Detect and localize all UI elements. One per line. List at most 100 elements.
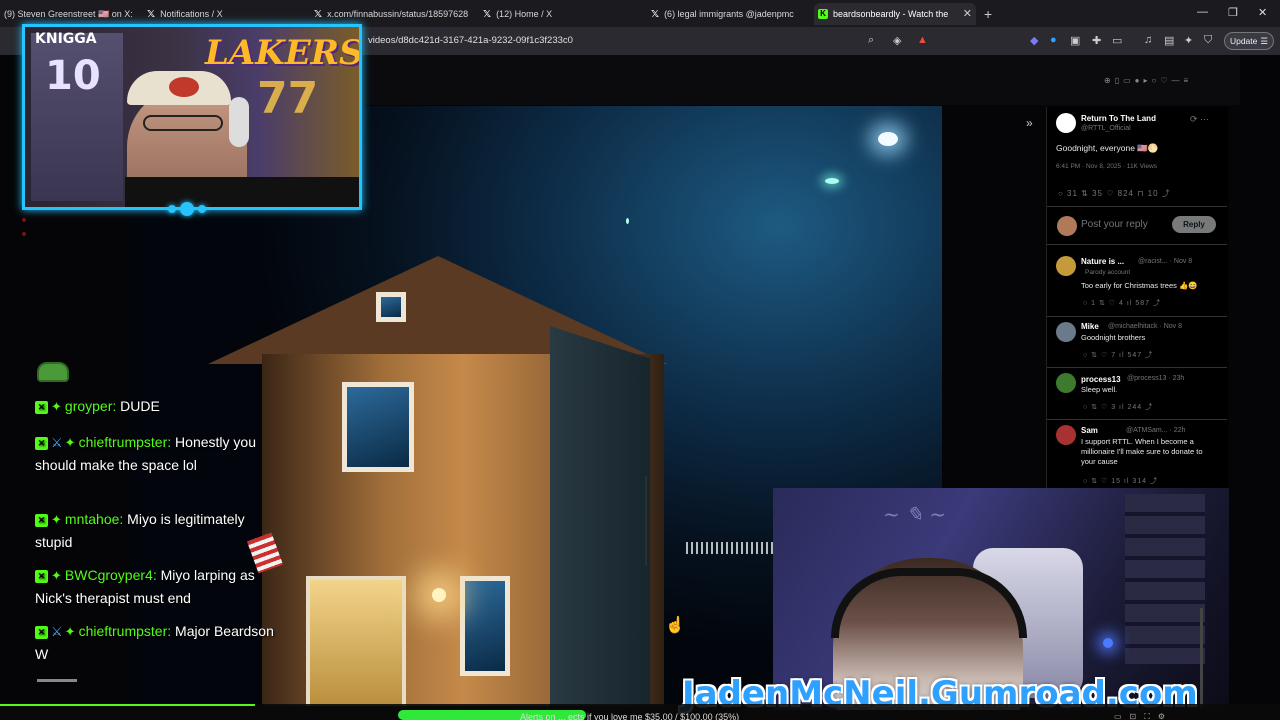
video-controls-icons[interactable]: ⊕▯▭●▸○♡—≡	[1104, 76, 1192, 85]
restore-icon[interactable]: ❐	[1228, 6, 1238, 19]
chat-message: ✕ ✦ BWCgroyper4: Miyo larping as Nick's th…	[35, 564, 275, 609]
brave-shield-icon[interactable]: ◈	[893, 34, 901, 47]
tab-steven-greenstreet[interactable]: (9) Steven Greenstreet 🇺🇸 on X:	[0, 3, 140, 25]
new-tab-button[interactable]: +	[984, 6, 992, 22]
tab-finnabussin-status[interactable]: 𝕏x.com/finnabussin/status/18597628	[310, 3, 470, 25]
reply-text: I support RTTL. When I become a milliona…	[1081, 437, 1203, 466]
reply-handle[interactable]: @racist... · Nov 8	[1138, 258, 1192, 265]
x-logo-icon: 𝕏	[651, 8, 660, 20]
kick-badge-icon: ✕	[35, 570, 48, 583]
reply-name[interactable]: process13	[1081, 375, 1121, 384]
reply-name[interactable]: Nature is ...	[1081, 257, 1124, 266]
extension-icon[interactable]: ◆	[1030, 34, 1038, 47]
kick-badge-icon: ✕	[35, 514, 48, 527]
chat-message: ✕ ⚔ ✦ chieftrumpster: Major Beardson W	[35, 620, 275, 665]
divider	[1047, 316, 1227, 317]
porch-light	[432, 588, 446, 602]
tab-label: Notifications / X	[160, 9, 223, 19]
post-actions[interactable]: ○ 31 ⇅ 35 ♡ 824 ⊓ 10 ⤴	[1058, 188, 1171, 199]
leo-icon[interactable]: ✦	[1184, 34, 1193, 47]
divider	[1047, 206, 1227, 207]
vpn-icon[interactable]: ⛉	[1204, 34, 1212, 47]
attic-window	[376, 292, 406, 322]
extension-icon[interactable]: ●	[1050, 34, 1057, 46]
reply-avatar[interactable]	[1056, 322, 1076, 342]
reply-actions[interactable]: ○ 1 ⇅ ♡ 4 ıl 587 ⤴	[1083, 298, 1161, 308]
close-tab-icon[interactable]: ✕	[963, 7, 972, 20]
address-bar[interactable]: videos/d8dc421d-3167-421a-9232-09f1c3f23…	[368, 35, 573, 46]
reply-handle[interactable]: @ATMSam... · 22h	[1126, 427, 1186, 434]
star	[626, 218, 629, 224]
meteor	[825, 178, 839, 184]
reply-actions[interactable]: ○ ⇅ ♡ 7 ıl 547 ⤴	[1083, 350, 1153, 360]
parody-label: Parody account	[1085, 269, 1131, 276]
chat-message: ✕ ⚔ ✦ chieftrumpster: Honestly you should m…	[35, 431, 275, 476]
streamer-webcam: KNIGGA 10 LAKERS 77	[22, 24, 362, 210]
rttl-avatar[interactable]	[1056, 113, 1076, 133]
post-author-name[interactable]: Return To The Land	[1081, 114, 1156, 123]
house-side-wall	[550, 326, 650, 706]
extensions-puzzle-icon[interactable]: ✚	[1092, 34, 1101, 47]
reply-avatar[interactable]	[1056, 425, 1076, 445]
close-window-icon[interactable]: ✕	[1258, 6, 1267, 19]
reply-actions[interactable]: ○ ⇅ ♡ 15 ıl 314 ⤴	[1083, 476, 1158, 486]
tab-label: beardsonbeardly - Watch the	[833, 9, 949, 19]
reply-avatar[interactable]	[1056, 373, 1076, 393]
chat-username[interactable]: groyper:	[65, 398, 116, 414]
reply-text: Too early for Christmas trees 👍😄	[1081, 281, 1198, 290]
diamond-badge-icon: ✦	[51, 512, 62, 527]
diamond-badge-icon: ✦	[51, 399, 62, 414]
chat-message: ✕ ✦ mntahoe: Miyo is legitimately stupid	[35, 508, 275, 553]
post-author-handle[interactable]: @RTTL_Official	[1081, 125, 1131, 132]
tab-home-x[interactable]: 𝕏 (12) Home / X	[479, 3, 639, 25]
chat-message: ✕ ✦ groyper: DUDE	[35, 395, 275, 418]
reply-input[interactable]: Post your reply	[1081, 219, 1148, 230]
divider	[1047, 244, 1227, 245]
moon	[878, 132, 898, 146]
collapse-panel-icon[interactable]: »	[1026, 116, 1033, 130]
reply-name[interactable]: Sam	[1081, 426, 1098, 435]
chat-message-cutoff	[37, 679, 77, 682]
x-logo-icon: 𝕏	[314, 8, 323, 20]
media-icon[interactable]: ♫	[1144, 34, 1152, 46]
reply-avatar[interactable]	[1056, 256, 1076, 276]
cap-logo	[169, 77, 199, 97]
side-dots	[22, 218, 28, 238]
zoom-icon[interactable]: ⌕	[868, 34, 874, 47]
chat-username[interactable]: BWCgroyper4:	[65, 567, 157, 583]
goal-text: Alerts on ... ects if you love me $35.00…	[520, 712, 740, 720]
sidebar-icon[interactable]: ▭	[1112, 34, 1122, 47]
lower-window	[460, 576, 510, 676]
upper-window	[342, 382, 414, 472]
jersey-number: 10	[45, 53, 101, 99]
player-controls-icons[interactable]: ▭⊡⛶⚙	[1114, 712, 1173, 720]
reply-actions[interactable]: ○ ⇅ ♡ 3 ıl 244 ⤴	[1083, 402, 1153, 412]
sword-badge-icon: ⚔	[51, 435, 63, 450]
reply-handle[interactable]: @michaelhitack · Nov 8	[1108, 323, 1182, 330]
reply-handle[interactable]: @process13 · 23h	[1127, 375, 1184, 382]
tab-beardsonbeardly[interactable]: Kbeardsonbeardly - Watch the ✕	[814, 3, 976, 25]
tab-legal-immigrants[interactable]: 𝕏 (6) legal immigrants @jadenpmc	[647, 3, 807, 25]
divider	[1047, 367, 1227, 368]
x-logo-icon: 𝕏	[147, 8, 156, 20]
more-options-icon[interactable]: ⟳ ⋯	[1190, 114, 1209, 125]
chat-username[interactable]: chieftrumpster:	[79, 623, 172, 639]
reply-button[interactable]: Reply	[1172, 216, 1216, 233]
mouse-cursor-icon: ☝	[665, 617, 685, 634]
webcam-frame-dots	[168, 202, 216, 216]
chat-username[interactable]: mntahoe:	[65, 511, 123, 527]
extension-icon[interactable]: ▣	[1070, 34, 1080, 47]
kick-badge-icon: ✕	[35, 401, 48, 414]
tab-notifications[interactable]: 𝕏 Notifications / X	[143, 3, 303, 25]
post-meta: 6:41 PM · Nov 8, 2025 · 11K Views	[1056, 163, 1157, 170]
minimize-icon[interactable]: —	[1197, 6, 1208, 18]
update-button[interactable]: Update ☰	[1224, 32, 1274, 50]
reply-name[interactable]: Mike	[1081, 322, 1099, 331]
tab-search-icon[interactable]: ▤	[1164, 34, 1174, 47]
lakers-banner: LAKERS	[205, 33, 362, 73]
brave-rewards-icon[interactable]: ▲	[917, 34, 928, 46]
chat-username[interactable]: chieftrumpster:	[79, 434, 172, 450]
blue-light	[1103, 638, 1113, 648]
headphones	[229, 97, 249, 147]
sword-badge-icon: ⚔	[51, 624, 63, 639]
